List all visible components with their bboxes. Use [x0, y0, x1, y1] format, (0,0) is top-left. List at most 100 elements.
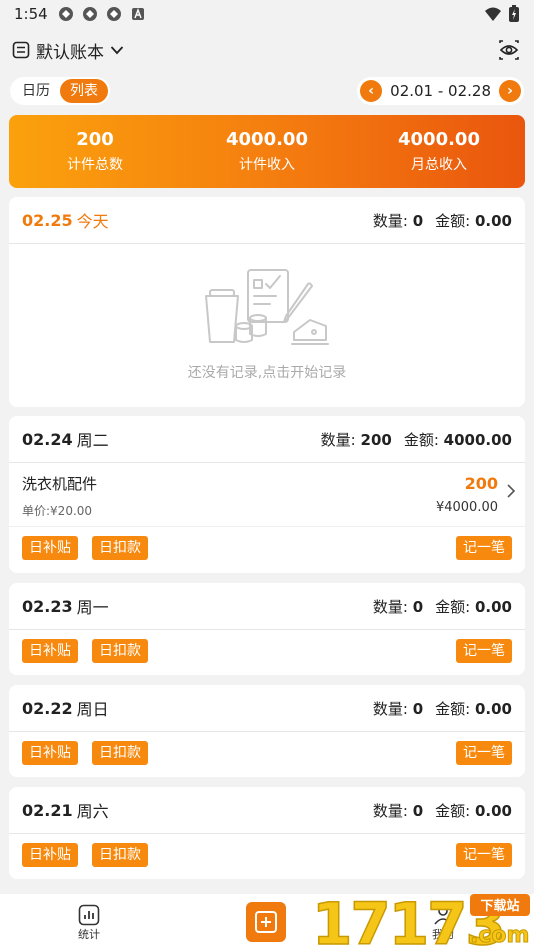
daily-deduction-button[interactable]: 日扣款 — [92, 741, 148, 765]
day-card-header: 02.23 周一 数量: 0 金额: 0.00 — [9, 583, 525, 630]
day-amount: 4000.00 — [443, 430, 512, 449]
day-stats: 数量: 200 金额: 4000.00 — [321, 429, 512, 450]
battery-icon — [509, 5, 519, 22]
day-date: 02.24 — [22, 429, 73, 449]
daily-subsidy-button[interactable]: 日补贴 — [22, 843, 78, 867]
record-entry[interactable]: 洗衣机配件 单价:¥20.00 200 ¥4000.00 — [9, 463, 525, 527]
chevron-right-icon[interactable]: › — [499, 80, 521, 102]
amount-label: 金额: — [435, 597, 471, 616]
add-record-button[interactable]: 记一笔 — [456, 536, 512, 560]
day-date: 02.22 — [22, 698, 73, 718]
day-qty: 0 — [412, 699, 424, 718]
font-notification-icon — [131, 8, 144, 20]
day-card-header: 02.25 今天 数量: 0 金额: 0.00 — [9, 197, 525, 244]
day-weekday: 周六 — [76, 802, 109, 821]
wifi-icon — [485, 7, 501, 21]
day-stats: 数量: 0 金额: 0.00 — [373, 210, 512, 231]
summary-value: 200 — [76, 129, 114, 150]
chart-icon — [78, 904, 100, 926]
daily-deduction-button[interactable]: 日扣款 — [92, 843, 148, 867]
amount-label: 金额: — [435, 699, 471, 718]
daily-subsidy-button[interactable]: 日补贴 — [22, 639, 78, 663]
day-amount: 0.00 — [474, 211, 512, 230]
day-date: 02.23 — [22, 596, 73, 616]
watermark-domain: .com — [470, 923, 529, 948]
day-weekday: 周二 — [76, 431, 109, 450]
chevron-left-icon[interactable]: ‹ — [360, 80, 383, 102]
summary-caption: 计件总数 — [67, 157, 123, 173]
day-card-actions: 日补贴 日扣款 记一笔 — [9, 834, 525, 876]
qty-label: 数量: — [372, 801, 408, 820]
tab-list[interactable]: 列表 — [60, 79, 108, 103]
daily-deduction-button[interactable]: 日扣款 — [92, 536, 148, 560]
ledger-icon — [12, 41, 30, 59]
day-amount: 0.00 — [474, 801, 512, 820]
date-range-label[interactable]: 02.01 - 02.28 — [390, 82, 491, 100]
visibility-toggle-button[interactable] — [496, 37, 522, 63]
daily-deduction-button[interactable]: 日扣款 — [92, 639, 148, 663]
day-qty: 0 — [412, 801, 424, 820]
day-card-header: 02.22 周日 数量: 0 金额: 0.00 — [9, 685, 525, 732]
add-icon — [255, 911, 277, 933]
empty-state[interactable]: 还没有记录,点击开始记录 — [9, 244, 525, 404]
day-amount: 0.00 — [474, 699, 512, 718]
summary-value: 4000.00 — [398, 129, 480, 150]
add-record-fab[interactable] — [246, 902, 286, 942]
day-card[interactable]: 02.22 周日 数量: 0 金额: 0.00 日补贴 日扣款 记一笔 — [9, 685, 525, 777]
nav-stats[interactable]: 统计 — [78, 904, 100, 942]
date-range-selector: ‹ 02.01 - 02.28 › — [357, 77, 524, 105]
day-card-header: 02.21 周六 数量: 0 金额: 0.00 — [9, 787, 525, 834]
tab-calendar[interactable]: 日历 — [12, 79, 60, 103]
summary-piece-income: 4000.00 计件收入 — [181, 115, 353, 188]
day-qty: 0 — [412, 211, 424, 230]
qty-label: 数量: — [372, 699, 408, 718]
amount-label: 金额: — [403, 430, 439, 449]
day-card[interactable]: 02.21 周六 数量: 0 金额: 0.00 日补贴 日扣款 记一笔 — [9, 787, 525, 879]
view-toggle: 日历 列表 — [10, 77, 110, 105]
day-card-actions: 日补贴 日扣款 记一笔 — [9, 732, 525, 774]
day-stats: 数量: 0 金额: 0.00 — [373, 596, 512, 617]
summary-banner: 200 计件总数 4000.00 计件收入 4000.00 月总收入 — [9, 115, 525, 188]
day-amount: 0.00 — [474, 597, 512, 616]
daily-subsidy-button[interactable]: 日补贴 — [22, 741, 78, 765]
day-card-actions: 日补贴 日扣款 记一笔 — [9, 630, 525, 672]
day-card-header: 02.24 周二 数量: 200 金额: 4000.00 — [9, 416, 525, 463]
empty-illustration — [205, 269, 329, 345]
day-stats: 数量: 0 金额: 0.00 — [373, 800, 512, 821]
summary-value: 4000.00 — [226, 129, 308, 150]
app-notification-icon — [58, 7, 73, 21]
day-weekday: 今天 — [76, 212, 109, 231]
entry-total: ¥4000.00 — [435, 500, 498, 515]
app-header: 默认账本 — [0, 30, 534, 70]
day-card-actions: 日补贴 日扣款 记一笔 — [9, 527, 525, 569]
add-record-button[interactable]: 记一笔 — [456, 843, 512, 867]
day-card-today[interactable]: 02.25 今天 数量: 0 金额: 0.00 还没有记录,点击开始记录 — [9, 197, 525, 407]
amount-label: 金额: — [435, 211, 471, 230]
day-stats: 数量: 0 金额: 0.00 — [373, 698, 512, 719]
amount-label: 金额: — [435, 801, 471, 820]
day-card[interactable]: 02.24 周二 数量: 200 金额: 4000.00 洗衣机配件 单价:¥2… — [9, 416, 525, 573]
qty-label: 数量: — [320, 430, 356, 449]
status-bar: 1:54 — [0, 0, 534, 28]
nav-stats-label: 统计 — [78, 928, 100, 941]
qty-label: 数量: — [372, 211, 408, 230]
daily-subsidy-button[interactable]: 日补贴 — [22, 536, 78, 560]
add-record-button[interactable]: 记一笔 — [456, 639, 512, 663]
eye-icon — [499, 40, 519, 60]
day-card[interactable]: 02.23 周一 数量: 0 金额: 0.00 日补贴 日扣款 记一笔 — [9, 583, 525, 675]
ledger-selector[interactable]: 默认账本 — [12, 38, 124, 63]
site-watermark: 17173 下载站 .com — [311, 890, 530, 950]
entry-count: 200 — [464, 474, 498, 493]
summary-caption: 计件收入 — [239, 157, 295, 173]
watermark-badge: 下载站 — [480, 898, 519, 914]
summary-total-count: 200 计件总数 — [9, 115, 181, 188]
view-toolbar: 日历 列表 ‹ 02.01 - 02.28 › — [0, 76, 534, 106]
day-date: 02.25 — [22, 210, 73, 230]
day-weekday: 周日 — [76, 700, 109, 719]
add-record-button[interactable]: 记一笔 — [456, 741, 512, 765]
day-weekday: 周一 — [76, 598, 109, 617]
entry-name: 洗衣机配件 — [22, 475, 98, 493]
status-time: 1:54 — [14, 5, 48, 23]
empty-state-text: 还没有记录,点击开始记录 — [187, 365, 347, 381]
summary-caption: 月总收入 — [411, 157, 467, 173]
